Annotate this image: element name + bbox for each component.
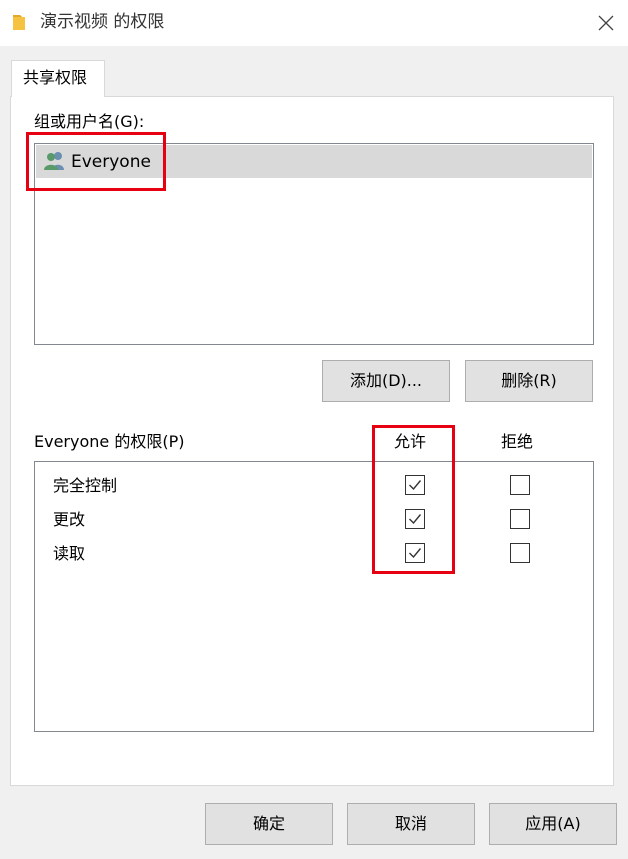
permission-row-change: 更改 xyxy=(35,503,593,537)
permission-row-full-control: 完全控制 xyxy=(35,469,593,503)
close-icon xyxy=(598,15,614,31)
allow-checkbox[interactable] xyxy=(405,543,425,563)
add-button[interactable]: 添加(D)... xyxy=(322,360,450,402)
close-button[interactable] xyxy=(582,0,628,46)
list-item-label: Everyone xyxy=(71,152,151,172)
title-bar: 演示视频 的权限 xyxy=(0,0,628,46)
deny-checkbox[interactable] xyxy=(510,543,530,563)
deny-column-header: 拒绝 xyxy=(501,432,534,451)
checkmark-icon xyxy=(409,514,422,525)
group-list-label: 组或用户名(G): xyxy=(34,112,145,131)
group-user-list[interactable]: Everyone xyxy=(34,143,594,345)
remove-button[interactable]: 删除(R) xyxy=(465,360,593,402)
tab-label: 共享权限 xyxy=(23,68,88,87)
allow-checkbox[interactable] xyxy=(405,509,425,529)
checkmark-icon xyxy=(409,480,422,491)
deny-checkbox[interactable] xyxy=(510,475,530,495)
permission-name: 完全控制 xyxy=(53,476,118,495)
permission-row-read: 读取 xyxy=(35,537,593,571)
tab-share-permissions[interactable]: 共享权限 xyxy=(11,60,105,97)
allow-column-header: 允许 xyxy=(394,432,427,451)
apply-button[interactable]: 应用(A) xyxy=(489,803,617,845)
checkmark-icon xyxy=(409,548,422,559)
permissions-label: Everyone 的权限(P) xyxy=(34,432,185,451)
allow-checkbox[interactable] xyxy=(405,475,425,495)
cancel-button[interactable]: 取消 xyxy=(347,803,475,845)
permission-name: 更改 xyxy=(53,510,86,529)
list-item-everyone[interactable]: Everyone xyxy=(36,145,592,178)
permissions-list: 完全控制 更改 读取 xyxy=(34,461,594,732)
ok-button[interactable]: 确定 xyxy=(205,803,333,845)
users-icon xyxy=(44,152,64,170)
folder-icon xyxy=(13,15,25,30)
window-title: 演示视频 的权限 xyxy=(40,12,165,32)
deny-checkbox[interactable] xyxy=(510,509,530,529)
permission-name: 读取 xyxy=(53,544,86,563)
